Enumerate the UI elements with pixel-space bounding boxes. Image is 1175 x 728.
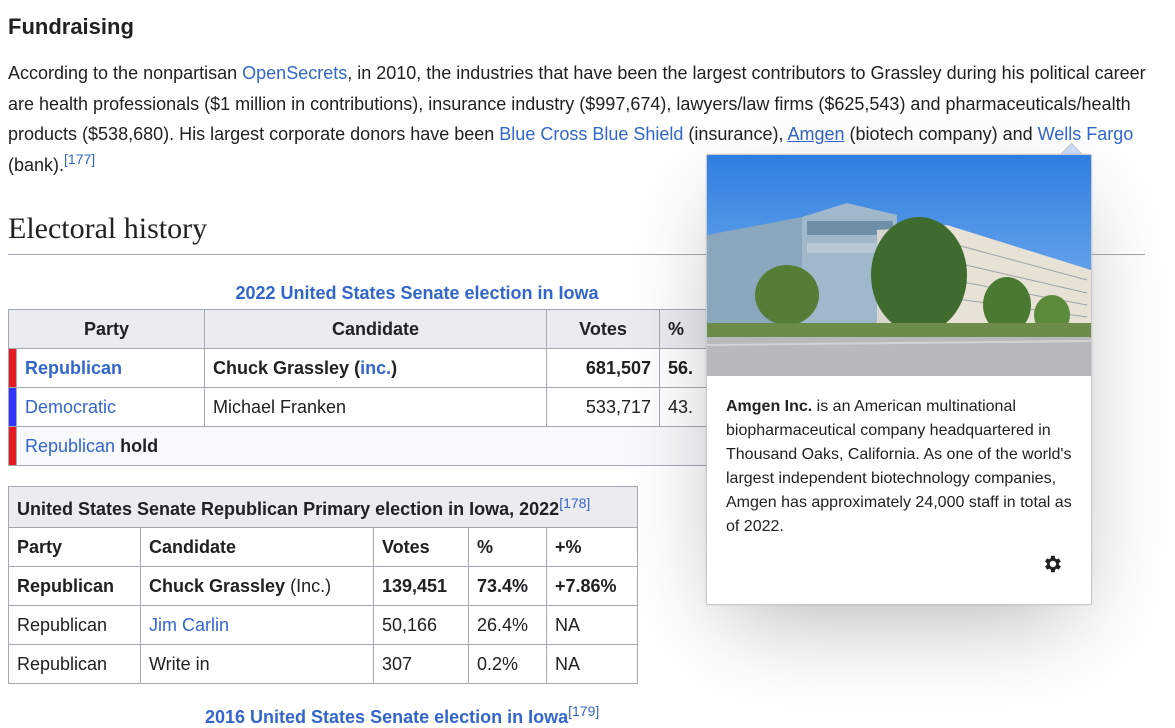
party-cell: Republican xyxy=(8,644,141,684)
percent-cell: 26.4% xyxy=(468,605,547,645)
change-cell: NA xyxy=(546,644,638,684)
table-row: Republican Chuck Grassley (inc.) 681,507… xyxy=(8,348,767,388)
party-link-republican-hold[interactable]: Republican xyxy=(25,436,115,456)
percent-cell: 73.4% xyxy=(468,566,547,606)
percent-cell: 0.2% xyxy=(468,644,547,684)
table-header-row: Party Candidate Votes % +% xyxy=(8,527,638,567)
reference-178-link[interactable]: [178] xyxy=(559,495,590,511)
primary-election-table: United States Senate Republican Primary … xyxy=(8,486,638,684)
col-party: Party xyxy=(8,527,141,567)
table3-caption-partial[interactable]: 2016 United States Senate election in Io… xyxy=(205,703,599,728)
jim-carlin-link[interactable]: Jim Carlin xyxy=(149,615,229,635)
table-row-hold: Republican hold xyxy=(8,426,767,466)
popup-title: Amgen Inc. xyxy=(726,398,813,415)
page-preview-popup[interactable]: Amgen Inc. is an American multinational … xyxy=(706,154,1092,605)
candidate-name: Chuck Grassley xyxy=(213,357,350,378)
table-row: Republican Write in 307 0.2% NA xyxy=(8,644,638,684)
section-heading-fundraising: Fundraising xyxy=(8,14,134,39)
popup-extract[interactable]: Amgen Inc. is an American multinational … xyxy=(726,395,1076,539)
col-change: +% xyxy=(546,527,638,567)
col-votes: Votes xyxy=(546,309,660,349)
hold-cell: Republican hold xyxy=(16,426,767,466)
col-candidate: Candidate xyxy=(140,527,374,567)
votes-cell: 307 xyxy=(373,644,469,684)
party-cell: Republican xyxy=(8,605,141,645)
text: According to the nonpartisan xyxy=(8,63,243,83)
text: ) xyxy=(391,357,398,378)
change-cell: +7.86% xyxy=(546,566,638,606)
table-header-row: Party Candidate Votes % xyxy=(8,309,767,349)
votes-cell: 533,717 xyxy=(546,387,660,427)
blue-cross-blue-shield-link[interactable]: Blue Cross Blue Shield xyxy=(499,124,683,144)
table-row: Republican Jim Carlin 50,166 26.4% NA xyxy=(8,605,638,645)
wells-fargo-link[interactable]: Wells Fargo xyxy=(1038,124,1134,144)
primary-table-caption: United States Senate Republican Primary … xyxy=(8,486,638,528)
votes-cell: 139,451 xyxy=(373,566,469,606)
text: ( xyxy=(349,357,361,378)
party-color-swatch xyxy=(8,426,17,466)
col-votes: Votes xyxy=(373,527,469,567)
col-party: Party xyxy=(8,309,205,349)
popup-extract-text: is an American multinational biopharmace… xyxy=(726,398,1072,535)
amgen-headquarters-image[interactable] xyxy=(707,155,1091,376)
change-cell: NA xyxy=(546,605,638,645)
party-link-democratic[interactable]: Democratic xyxy=(25,397,116,417)
text: (biotech company) and xyxy=(844,124,1038,145)
candidate-cell: Jim Carlin xyxy=(140,605,374,645)
caption-text[interactable]: 2016 United States Senate election in Io… xyxy=(205,707,568,727)
text: (Inc.) xyxy=(285,575,332,596)
candidate-cell: Chuck Grassley (inc.) xyxy=(204,348,547,388)
candidate-cell: Michael Franken xyxy=(204,387,547,427)
col-candidate: Candidate xyxy=(204,309,547,349)
col-percent: % xyxy=(468,527,547,567)
hold-label: hold xyxy=(120,435,159,456)
party-color-swatch xyxy=(8,387,17,427)
table-row: Democratic Michael Franken 533,717 43. xyxy=(8,387,767,427)
incumbent-link[interactable]: inc. xyxy=(360,358,391,378)
gear-icon[interactable] xyxy=(1041,553,1063,575)
table-caption-row: United States Senate Republican Primary … xyxy=(8,486,638,528)
general-election-table: Party Candidate Votes % Republican Chuck… xyxy=(8,309,767,466)
votes-cell: 50,166 xyxy=(373,605,469,645)
reference-179-link[interactable]: [179] xyxy=(568,703,599,719)
reference-177-link[interactable]: [177] xyxy=(64,151,95,167)
amgen-link[interactable]: Amgen xyxy=(787,124,844,144)
party-link-republican[interactable]: Republican xyxy=(25,358,122,378)
table1-caption-link[interactable]: 2022 United States Senate election in Io… xyxy=(8,283,826,304)
votes-cell: 681,507 xyxy=(546,348,660,388)
party-cell: Republican xyxy=(8,566,141,606)
candidate-name: Chuck Grassley xyxy=(149,575,286,596)
opensecrets-link[interactable]: OpenSecrets xyxy=(242,63,347,83)
text: (insurance), xyxy=(683,124,788,145)
table-row: Republican Chuck Grassley (Inc.) 139,451… xyxy=(8,566,638,606)
candidate-cell: Write in xyxy=(140,644,374,684)
text: (bank). xyxy=(8,154,65,175)
caption-text: United States Senate Republican Primary … xyxy=(17,498,560,519)
candidate-cell: Chuck Grassley (Inc.) xyxy=(140,566,374,606)
party-color-swatch xyxy=(8,348,17,388)
